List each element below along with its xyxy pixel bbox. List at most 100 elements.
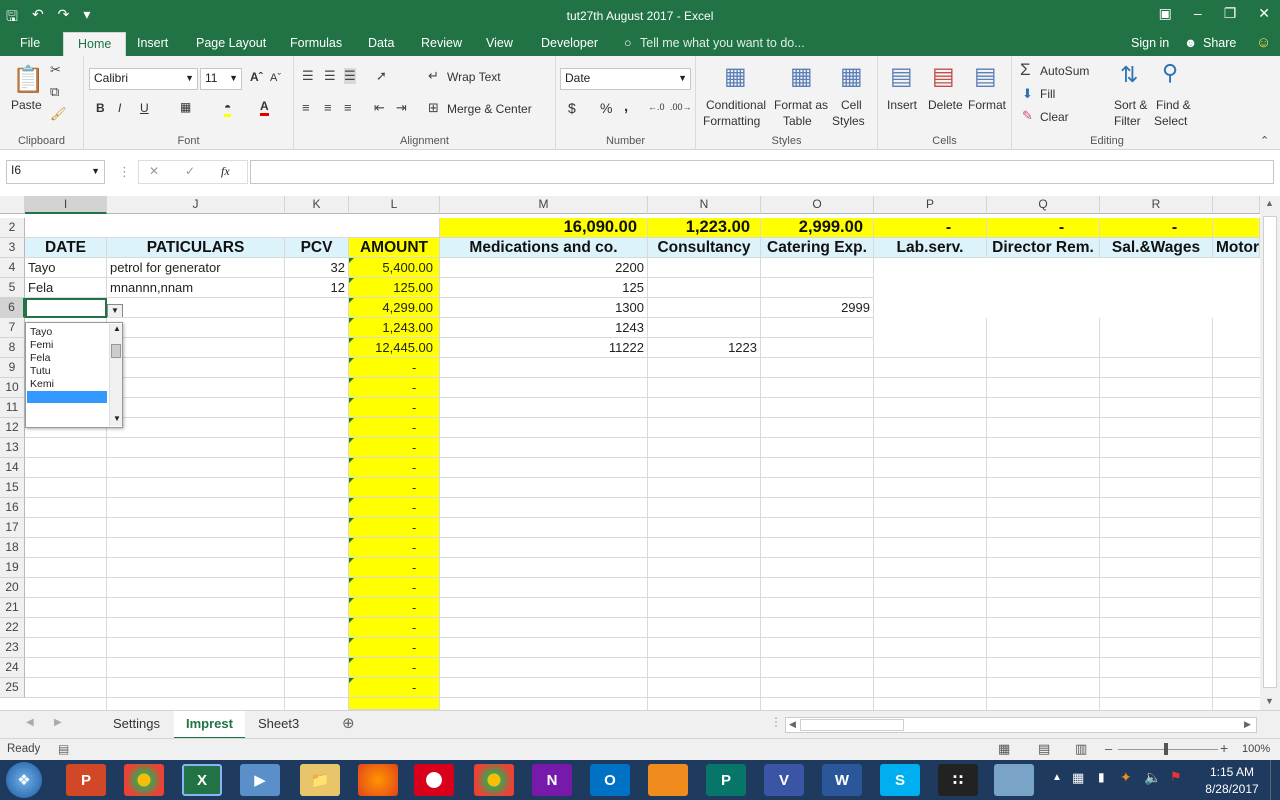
underline-icon[interactable]: U [140, 101, 149, 115]
show-hidden-icons[interactable]: ▲ [1052, 772, 1062, 783]
increase-indent-icon[interactable]: ⇥ [396, 100, 407, 116]
scroll-down-icon[interactable]: ▼ [1265, 696, 1274, 706]
pcv-cell[interactable]: 32 [285, 258, 349, 278]
total-lab[interactable]: - [874, 218, 987, 238]
consultancy-cell[interactable] [648, 258, 761, 278]
firefox-icon[interactable] [358, 764, 398, 796]
dropdown-option[interactable]: Kemi [30, 378, 54, 391]
tab-developer[interactable]: Developer [541, 36, 598, 50]
font-color-icon[interactable]: A [260, 99, 269, 116]
row-header[interactable]: 2 [0, 218, 25, 238]
restore-icon[interactable]: ❐ [1224, 5, 1237, 22]
autosum-button[interactable]: AutoSum [1040, 64, 1089, 78]
tab-page-layout[interactable]: Page Layout [196, 36, 266, 50]
borders-icon[interactable]: ▦ [180, 100, 191, 114]
tell-me-input[interactable]: Tell me what you want to do... [640, 36, 805, 50]
scroll-left-icon[interactable]: ◀ [789, 719, 796, 730]
sort-filter-label[interactable]: Sort & [1114, 98, 1147, 112]
scroll-up-icon[interactable]: ▲ [1265, 198, 1274, 208]
tab-insert[interactable]: Insert [137, 36, 168, 50]
increase-decimal-icon[interactable]: ←.0 [648, 102, 665, 112]
align-middle-icon[interactable]: ☰ [324, 68, 336, 84]
signal-icon[interactable]: ▮ [1098, 770, 1105, 784]
outlook-icon[interactable]: O [590, 764, 630, 796]
total-medications[interactable]: 16,090.00 [440, 218, 648, 238]
sheet-tab-settings[interactable]: Settings [101, 713, 172, 737]
visio-icon[interactable]: V [764, 764, 804, 796]
excel-icon[interactable]: X [182, 764, 222, 796]
horizontal-scroll-thumb[interactable] [800, 719, 904, 731]
tab-formulas[interactable]: Formulas [290, 36, 342, 50]
row-header[interactable]: 3 [0, 238, 25, 258]
zoom-out-icon[interactable]: – [1105, 741, 1112, 756]
scroll-right-icon[interactable]: ▶ [54, 717, 62, 728]
header-pcv[interactable]: PCV [285, 238, 349, 258]
pcv-cell[interactable] [285, 298, 349, 318]
scroll-thumb[interactable] [1263, 216, 1277, 688]
delete-cells-button[interactable]: Delete [928, 98, 963, 112]
conditional-formatting-label-2[interactable]: Formatting [703, 114, 760, 128]
header-director[interactable]: Director Rem. [987, 238, 1100, 258]
insert-function-icon[interactable]: fx [221, 164, 230, 179]
copy-icon[interactable]: ⧉ [50, 84, 59, 100]
row-header[interactable]: 22 [0, 618, 25, 638]
header-date[interactable]: DATE [25, 238, 107, 258]
validation-dropdown-list[interactable]: Tayo Femi Fela Tutu Kemi ▲ ▼ [25, 322, 123, 428]
powerpoint-icon[interactable]: P [66, 764, 106, 796]
formula-input[interactable] [250, 160, 1274, 184]
cell-styles-label[interactable]: Cell [841, 98, 862, 112]
row-header[interactable]: 6 [0, 298, 25, 318]
row-header[interactable]: 16 [0, 498, 25, 518]
row-header[interactable]: 8 [0, 338, 25, 358]
consultancy-cell[interactable] [648, 298, 761, 318]
row-header[interactable]: 19 [0, 558, 25, 578]
row-header[interactable]: 15 [0, 478, 25, 498]
tab-view[interactable]: View [486, 36, 513, 50]
particulars-cell[interactable] [107, 298, 285, 318]
skype-icon[interactable]: S [880, 764, 920, 796]
row-header[interactable]: 11 [0, 398, 25, 418]
row-header[interactable]: 13 [0, 438, 25, 458]
minimize-icon[interactable]: – [1194, 5, 1202, 22]
collapse-ribbon-icon[interactable]: ⌃ [1260, 134, 1269, 147]
onenote-icon[interactable]: N [532, 764, 572, 796]
row-header[interactable]: 23 [0, 638, 25, 658]
medications-cell[interactable]: 125 [440, 278, 648, 298]
font-size-select[interactable]: 11 ▼ [200, 68, 242, 90]
percent-button[interactable]: % [600, 100, 612, 116]
zoom-in-icon[interactable]: + [1220, 740, 1228, 756]
number-format-select[interactable]: Date ▼ [560, 68, 691, 90]
decrease-decimal-icon[interactable]: .00→ [670, 102, 692, 112]
dropdown-option[interactable]: Tutu [30, 365, 51, 378]
cut-icon[interactable]: ✂ [50, 62, 61, 78]
row-header[interactable]: 20 [0, 578, 25, 598]
catering-cell[interactable]: 2999 [761, 298, 874, 318]
normal-view-icon[interactable]: ▦ [998, 741, 1010, 757]
particulars-cell[interactable]: petrol for generator [107, 258, 285, 278]
volume-icon[interactable]: 🔈 [1144, 769, 1161, 786]
close-icon[interactable]: ✕ [1258, 5, 1270, 22]
align-right-icon[interactable]: ≡ [344, 100, 352, 115]
column-header[interactable]: Q [987, 196, 1100, 214]
format-painter-icon[interactable]: 🖌 [50, 106, 67, 122]
consultancy-cell[interactable] [648, 278, 761, 298]
row-header[interactable]: 25 [0, 678, 25, 698]
cell-styles-label-2[interactable]: Styles [832, 114, 865, 128]
amount-cell[interactable]: 5,400.00 [349, 258, 440, 278]
scroll-up-icon[interactable]: ▲ [113, 324, 121, 333]
amount-cell[interactable]: 4,299.00 [349, 298, 440, 318]
selected-date-cell[interactable] [25, 298, 107, 318]
total-catering[interactable]: 2,999.00 [761, 218, 874, 238]
amount-cell[interactable]: 125.00 [349, 278, 440, 298]
font-name-select[interactable]: Calibri ▼ [89, 68, 198, 90]
dropdown-option-highlighted[interactable] [27, 391, 107, 403]
tab-file[interactable]: File [20, 36, 40, 50]
scroll-right-icon[interactable]: ▶ [1244, 719, 1251, 730]
project-icon[interactable]: P [706, 764, 746, 796]
add-sheet-icon[interactable]: ⊕ [342, 714, 355, 732]
dropdown-scrollbar[interactable]: ▲ ▼ [109, 324, 122, 426]
dropdown-option[interactable]: Fela [30, 352, 50, 365]
chrome-icon[interactable] [124, 764, 164, 796]
horizontal-scrollbar[interactable]: ◀ ▶ [785, 717, 1257, 733]
row-header[interactable]: 21 [0, 598, 25, 618]
